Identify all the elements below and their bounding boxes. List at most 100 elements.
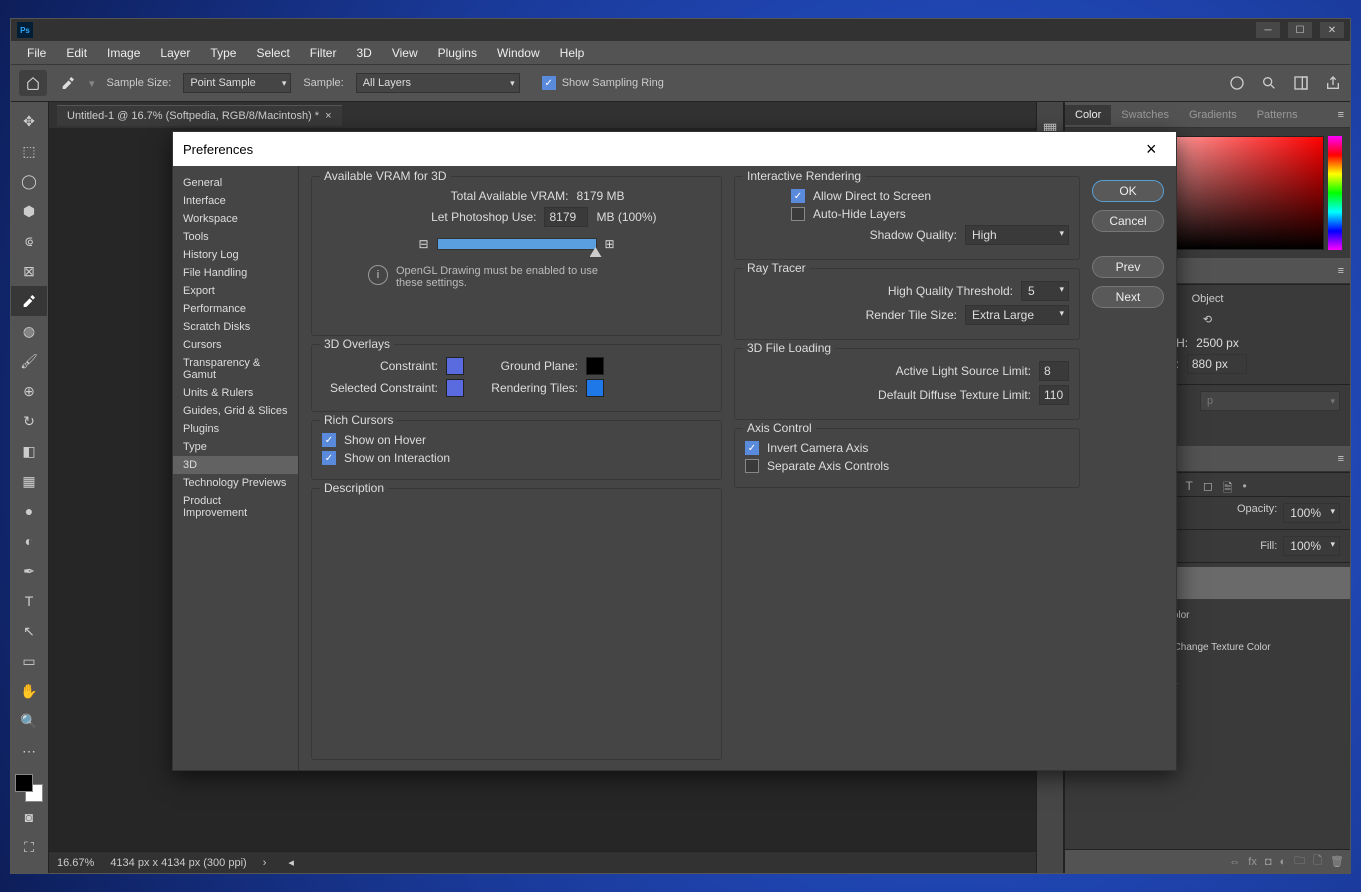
- menu-3d[interactable]: 3D: [348, 44, 379, 62]
- cloud-docs-icon[interactable]: [1228, 74, 1246, 92]
- panel-menu-icon-3[interactable]: ≡: [1338, 453, 1350, 465]
- filter-smart-icon[interactable]: 🗎: [1223, 479, 1233, 490]
- hand-tool[interactable]: ✋: [11, 676, 47, 706]
- frame-tool[interactable]: ⊠: [11, 256, 47, 286]
- dodge-tool[interactable]: ◐: [11, 526, 47, 556]
- prefs-item-history-log[interactable]: History Log: [173, 246, 298, 264]
- prefs-item-plugins[interactable]: Plugins: [173, 420, 298, 438]
- show-hover-checkbox[interactable]: ✓: [322, 433, 336, 447]
- share-icon[interactable]: [1324, 74, 1342, 92]
- layer-kind-dropdown[interactable]: p: [1200, 391, 1340, 411]
- shadow-quality-dropdown[interactable]: High: [965, 225, 1069, 245]
- color-swatches[interactable]: [11, 774, 48, 802]
- group-icon[interactable]: 🗀: [1294, 852, 1305, 871]
- hue-slider[interactable]: [1328, 136, 1342, 250]
- ground-plane-color[interactable]: [586, 357, 604, 375]
- mask-icon[interactable]: ◘: [1265, 856, 1272, 868]
- prefs-close-button[interactable]: ×: [1146, 139, 1166, 159]
- quick-selection-tool[interactable]: ⬢: [11, 196, 47, 226]
- close-button[interactable]: ✕: [1320, 22, 1344, 38]
- eyedropper-tool[interactable]: [11, 286, 47, 316]
- prefs-item-workspace[interactable]: Workspace: [173, 210, 298, 228]
- document-tab[interactable]: Untitled-1 @ 16.7% (Softpedia, RGB/8/Mac…: [57, 105, 342, 126]
- gradient-tool[interactable]: ▦: [11, 466, 47, 496]
- tab-swatches[interactable]: Swatches: [1111, 105, 1179, 125]
- close-tab-icon[interactable]: ×: [325, 110, 331, 122]
- healing-tool[interactable]: ◍: [11, 316, 47, 346]
- adjustment-icon[interactable]: ◐: [1280, 856, 1287, 868]
- prev-button[interactable]: Prev: [1092, 256, 1164, 278]
- prefs-item-file-handling[interactable]: File Handling: [173, 264, 298, 282]
- prefs-item-units[interactable]: Units & Rulers: [173, 384, 298, 402]
- home-button[interactable]: [19, 70, 47, 96]
- minimize-button[interactable]: ─: [1256, 22, 1280, 38]
- prefs-item-tech-previews[interactable]: Technology Previews: [173, 474, 298, 492]
- menu-window[interactable]: Window: [489, 44, 548, 62]
- brush-tool[interactable]: 🖌: [11, 346, 47, 376]
- fx-icon[interactable]: fx: [1248, 856, 1257, 868]
- screenmode-tool[interactable]: ⛶: [11, 832, 47, 862]
- history-brush-tool[interactable]: ↻: [11, 406, 47, 436]
- eraser-tool[interactable]: ◧: [11, 436, 47, 466]
- reset-icon[interactable]: ⟲: [1203, 314, 1212, 326]
- prefs-item-interface[interactable]: Interface: [173, 192, 298, 210]
- prefs-item-export[interactable]: Export: [173, 282, 298, 300]
- quickmask-tool[interactable]: ◙: [11, 802, 47, 832]
- prefs-item-tools[interactable]: Tools: [173, 228, 298, 246]
- rectangle-tool[interactable]: ▭: [11, 646, 47, 676]
- separate-axis-checkbox[interactable]: [745, 459, 759, 473]
- menu-edit[interactable]: Edit: [58, 44, 95, 62]
- next-button[interactable]: Next: [1092, 286, 1164, 308]
- selected-constraint-color[interactable]: [446, 379, 464, 397]
- prefs-item-performance[interactable]: Performance: [173, 300, 298, 318]
- move-tool[interactable]: ✥: [11, 106, 47, 136]
- type-tool[interactable]: T: [11, 586, 47, 616]
- filter-more-icon[interactable]: •: [1243, 479, 1247, 490]
- zoom-value[interactable]: 16.67%: [57, 857, 94, 869]
- path-selection-tool[interactable]: ↖: [11, 616, 47, 646]
- y-value[interactable]: 880 px: [1187, 354, 1247, 374]
- edit-toolbar[interactable]: ⋯: [11, 736, 47, 766]
- menu-view[interactable]: View: [384, 44, 426, 62]
- fill-dropdown[interactable]: 100%: [1283, 536, 1340, 556]
- eyedropper-tool-icon[interactable]: [59, 74, 77, 92]
- workspace-icon[interactable]: [1292, 74, 1310, 92]
- menu-help[interactable]: Help: [552, 44, 593, 62]
- direct-screen-checkbox[interactable]: ✓: [791, 189, 805, 203]
- crop-tool[interactable]: ⟃: [11, 226, 47, 256]
- blur-tool[interactable]: ●: [11, 496, 47, 526]
- prefs-item-transparency[interactable]: Transparency & Gamut: [173, 354, 298, 384]
- menu-select[interactable]: Select: [248, 44, 297, 62]
- menu-image[interactable]: Image: [99, 44, 148, 62]
- constraint-color[interactable]: [446, 357, 464, 375]
- maximize-button[interactable]: ☐: [1288, 22, 1312, 38]
- show-sampling-checkbox[interactable]: ✓: [542, 76, 556, 90]
- invert-axis-checkbox[interactable]: ✓: [745, 441, 759, 455]
- tab-color[interactable]: Color: [1065, 105, 1111, 125]
- scroll-left-icon[interactable]: ◂: [288, 856, 294, 869]
- panel-menu-icon[interactable]: ≡: [1338, 109, 1350, 121]
- tile-size-dropdown[interactable]: Extra Large: [965, 305, 1069, 325]
- tab-patterns[interactable]: Patterns: [1247, 105, 1308, 125]
- slider-minus-icon[interactable]: ⊟: [418, 237, 428, 251]
- slider-plus-icon[interactable]: ⊞: [605, 237, 615, 251]
- tab-gradients[interactable]: Gradients: [1179, 105, 1247, 125]
- menu-file[interactable]: File: [19, 44, 54, 62]
- vram-slider[interactable]: [437, 238, 597, 250]
- lasso-tool[interactable]: ◯: [11, 166, 47, 196]
- new-layer-icon[interactable]: 🗋: [1313, 852, 1322, 871]
- ok-button[interactable]: OK: [1092, 180, 1164, 202]
- search-icon[interactable]: [1260, 74, 1278, 92]
- menu-layer[interactable]: Layer: [152, 44, 198, 62]
- pen-tool[interactable]: ✒: [11, 556, 47, 586]
- sample-size-dropdown[interactable]: Point Sample: [183, 73, 291, 93]
- rendering-tiles-color[interactable]: [586, 379, 604, 397]
- cancel-button[interactable]: Cancel: [1092, 210, 1164, 232]
- link-layers-icon[interactable]: ⇔: [1229, 856, 1240, 868]
- show-interaction-checkbox[interactable]: ✓: [322, 451, 336, 465]
- filter-shape-icon[interactable]: ◻: [1203, 479, 1213, 490]
- prefs-item-type[interactable]: Type: [173, 438, 298, 456]
- filter-type-icon[interactable]: T: [1186, 479, 1193, 490]
- autohide-checkbox[interactable]: [791, 207, 805, 221]
- light-limit-input[interactable]: 8: [1039, 361, 1069, 381]
